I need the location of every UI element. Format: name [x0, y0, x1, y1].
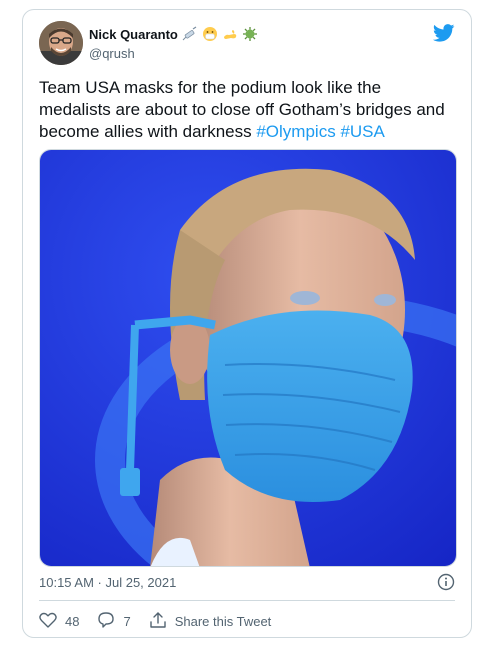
like-count: 48: [65, 614, 80, 629]
share-icon: [149, 611, 167, 632]
flexed-arm-icon: [222, 26, 238, 42]
tweet-photo[interactable]: [39, 149, 457, 567]
syringe-icon: [182, 26, 198, 42]
hashtag-olympics[interactable]: #Olympics: [256, 122, 335, 141]
author-name-row[interactable]: Nick Quaranto: [89, 26, 258, 42]
tweet-text: Team USA masks for the podium look like …: [39, 77, 449, 143]
author-display-name[interactable]: Nick Quaranto: [89, 27, 178, 42]
like-button[interactable]: 48: [39, 612, 79, 631]
action-bar: 48 7 Share this Tweet: [39, 611, 271, 632]
reply-icon: [97, 611, 115, 632]
share-button[interactable]: Share this Tweet: [149, 611, 272, 632]
tweet-card: Nick Quaranto @qrush Team USA masks for …: [22, 9, 472, 638]
heart-icon: [39, 612, 57, 631]
mask-face-icon: [202, 26, 218, 42]
virus-icon: [242, 26, 258, 42]
twitter-bird-icon[interactable]: [432, 24, 455, 47]
reply-button[interactable]: 7: [97, 611, 131, 632]
tweet-timestamp[interactable]: 10:15 AM · Jul 25, 2021: [39, 575, 176, 590]
author-handle[interactable]: @qrush: [89, 46, 135, 61]
hashtag-usa[interactable]: #USA: [340, 122, 384, 141]
info-icon[interactable]: [437, 573, 455, 596]
reply-count: 7: [123, 614, 131, 629]
divider: [39, 600, 455, 601]
avatar[interactable]: [39, 21, 83, 65]
share-label: Share this Tweet: [174, 614, 272, 629]
